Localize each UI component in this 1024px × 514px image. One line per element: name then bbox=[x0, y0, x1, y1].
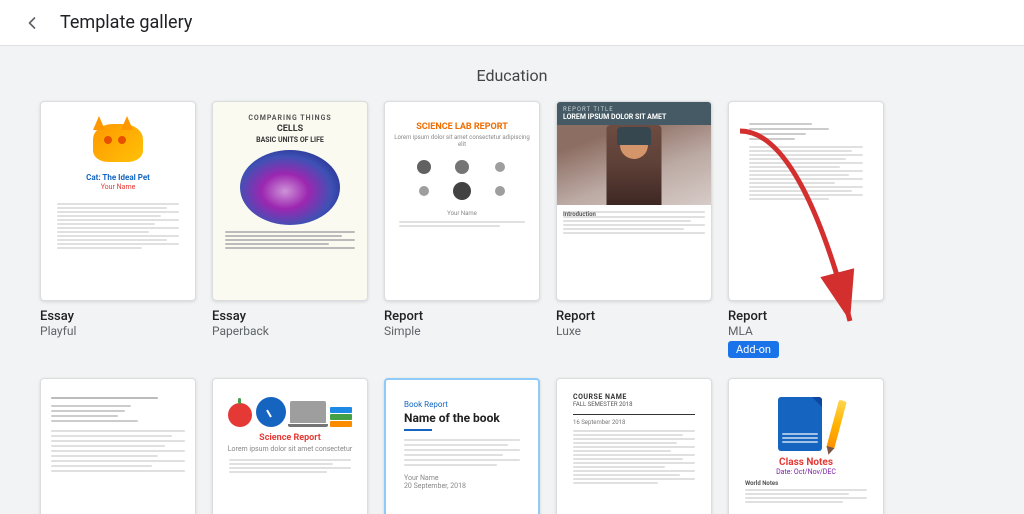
template-report-luxe[interactable]: REPORT TITLE LOREM IPSUM DOLOR SIT AMET … bbox=[556, 101, 712, 358]
section-title: Education bbox=[40, 66, 984, 85]
main-content: Education Cat: The Ideal Pe bbox=[0, 46, 1024, 514]
page-title: Template gallery bbox=[60, 12, 192, 33]
template-report-simple[interactable]: SCIENCE LAB REPORT Lorem ipsum dolor sit… bbox=[384, 101, 540, 358]
rl-header: REPORT TITLE LOREM IPSUM DOLOR SIT AMET bbox=[557, 102, 711, 125]
template-type: Report bbox=[728, 309, 779, 324]
template-thumb-report-simple[interactable]: SCIENCE LAB REPORT Lorem ipsum dolor sit… bbox=[384, 101, 540, 301]
template-type: Report bbox=[556, 309, 595, 324]
template-label-essay-playful: Essay Playful bbox=[40, 309, 76, 338]
template-label-report-luxe: Report Luxe bbox=[556, 309, 595, 338]
template-science-report[interactable]: Science Report Lorem ipsum dolor sit ame… bbox=[212, 378, 368, 514]
template-subtype: MLA bbox=[728, 324, 779, 338]
templates-grid-row2: Science Report Lorem ipsum dolor sit ame… bbox=[40, 378, 984, 514]
template-subtype: Paperback bbox=[212, 324, 269, 338]
template-type: Essay bbox=[40, 309, 76, 324]
template-thumb-science-report[interactable]: Science Report Lorem ipsum dolor sit ame… bbox=[212, 378, 368, 514]
template-thumb-book-report[interactable]: Book Report Name of the book Your Name 2… bbox=[384, 378, 540, 514]
template-subtype: Luxe bbox=[556, 324, 595, 338]
template-type: Report bbox=[384, 309, 423, 324]
template-essay-paperback[interactable]: Comparing Things CELLS BASIC UNITS OF LI… bbox=[212, 101, 368, 358]
rl-photo bbox=[557, 125, 711, 205]
template-thumb-report-mla[interactable] bbox=[728, 101, 884, 301]
template-thumb-class-notes[interactable]: Class Notes Date: Oct/Nov/DEC World Note… bbox=[728, 378, 884, 514]
template-type: Essay bbox=[212, 309, 269, 324]
template-course[interactable]: COURSE NAME FALL SEMESTER 2018 16 Septem… bbox=[556, 378, 712, 514]
back-button[interactable] bbox=[16, 7, 48, 39]
template-essay-playful[interactable]: Cat: The Ideal Pet Your Name bbox=[40, 101, 196, 358]
template-blank[interactable] bbox=[40, 378, 196, 514]
templates-row-1: Cat: The Ideal Pet Your Name bbox=[40, 101, 984, 358]
template-thumb-blank[interactable] bbox=[40, 378, 196, 514]
template-label-report-simple: Report Simple bbox=[384, 309, 423, 338]
template-thumb-report-luxe[interactable]: REPORT TITLE LOREM IPSUM DOLOR SIT AMET … bbox=[556, 101, 712, 301]
template-report-mla[interactable]: Report MLA Add-on bbox=[728, 101, 884, 358]
addon-badge: Add-on bbox=[728, 341, 779, 358]
template-book-report[interactable]: Book Report Name of the book Your Name 2… bbox=[384, 378, 540, 514]
template-thumb-essay-playful[interactable]: Cat: The Ideal Pet Your Name bbox=[40, 101, 196, 301]
template-label-report-mla: Report MLA Add-on bbox=[728, 309, 779, 358]
rl-lines: Introduction bbox=[557, 205, 711, 240]
header: Template gallery bbox=[0, 0, 1024, 46]
template-class-notes[interactable]: Class Notes Date: Oct/Nov/DEC World Note… bbox=[728, 378, 884, 514]
template-subtype: Simple bbox=[384, 324, 423, 338]
template-thumb-course[interactable]: COURSE NAME FALL SEMESTER 2018 16 Septem… bbox=[556, 378, 712, 514]
template-label-essay-paperback: Essay Paperback bbox=[212, 309, 269, 338]
template-subtype: Playful bbox=[40, 324, 76, 338]
templates-grid-row1: Cat: The Ideal Pet Your Name bbox=[40, 101, 984, 358]
template-thumb-essay-paperback[interactable]: Comparing Things CELLS BASIC UNITS OF LI… bbox=[212, 101, 368, 301]
